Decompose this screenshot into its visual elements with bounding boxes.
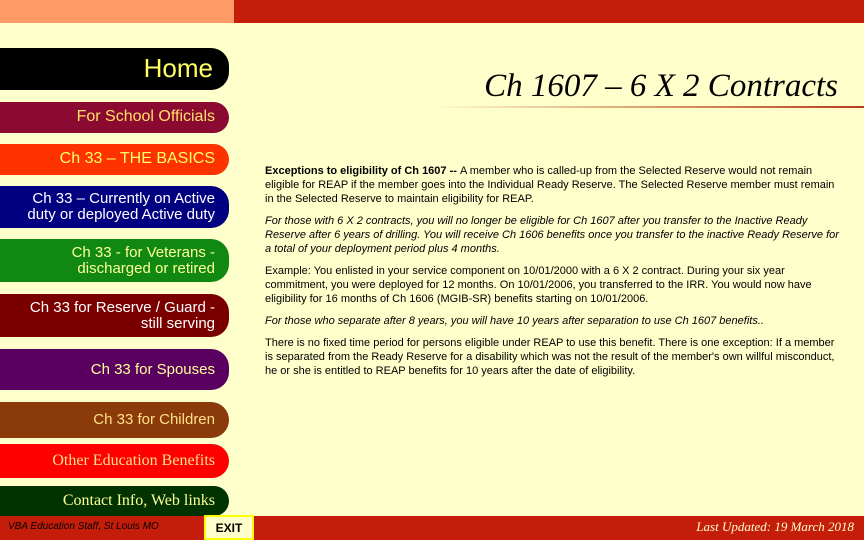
- nav-other-benefits-label: Other Education Benefits: [52, 451, 215, 469]
- top-bar-accent: [0, 0, 234, 23]
- paragraph-time-period: There is no fixed time period for person…: [265, 337, 835, 377]
- nav-reserve-guard-button[interactable]: Ch 33 for Reserve / Guard - still servin…: [0, 294, 229, 337]
- nav-home-label: Home: [143, 53, 213, 84]
- nav-home-button[interactable]: Home: [0, 48, 229, 90]
- top-bar: [234, 0, 864, 23]
- nav-school-officials-button[interactable]: For School Officials: [0, 102, 229, 133]
- content-body: Exceptions to eligibility of Ch 1607 -- …: [265, 164, 845, 386]
- paragraph-exceptions: Exceptions to eligibility of Ch 1607 -- …: [265, 164, 845, 206]
- page-title: Ch 1607 – 6 X 2 Contracts: [484, 68, 838, 104]
- nav-contact-label: Contact Info, Web links: [62, 491, 215, 509]
- paragraph-6x2: For those with 6 X 2 contracts, you will…: [265, 215, 839, 255]
- last-updated: Last Updated: 19 March 2018: [696, 519, 854, 534]
- nav-veterans-label-line1: Ch 33 - for Veterans -: [71, 243, 215, 261]
- paragraph-example: Example: You enlisted in your service co…: [265, 265, 812, 305]
- title-divider: [430, 106, 864, 108]
- nav-other-benefits-button[interactable]: Other Education Benefits: [0, 444, 229, 478]
- nav-contact-button[interactable]: Contact Info, Web links: [0, 486, 229, 516]
- nav-basics-button[interactable]: Ch 33 – THE BASICS: [0, 144, 229, 175]
- nav-children-label: Ch 33 for Children: [93, 411, 215, 429]
- nav-spouses-label: Ch 33 for Spouses: [90, 360, 215, 378]
- nav-reserve-guard-label-line1: Ch 33 for Reserve / Guard -: [29, 298, 215, 316]
- nav-active-duty-label-line1: Ch 33 – Currently on Active: [32, 190, 215, 208]
- paragraph-8-years: For those who separate after 8 years, yo…: [265, 315, 764, 327]
- nav-reserve-guard-label-line2: still serving: [140, 314, 215, 332]
- nav-school-officials-label: For School Officials: [76, 108, 215, 126]
- footer-credit: VBA Education Staff, St Louis MO: [8, 521, 159, 532]
- nav-active-duty-label-line2: duty or deployed Active duty: [27, 206, 215, 223]
- exit-button[interactable]: EXIT: [204, 515, 254, 540]
- nav-children-button[interactable]: Ch 33 for Children: [0, 402, 229, 438]
- nav-spouses-button[interactable]: Ch 33 for Spouses: [0, 349, 229, 390]
- nav-veterans-label-line2: discharged or retired: [77, 259, 215, 277]
- exceptions-heading: Exceptions to eligibility of Ch 1607 --: [265, 165, 460, 177]
- nav-veterans-button[interactable]: Ch 33 - for Veterans - discharged or ret…: [0, 239, 229, 282]
- nav-active-duty-button[interactable]: Ch 33 – Currently on Active duty or depl…: [0, 186, 229, 228]
- nav-basics-label: Ch 33 – THE BASICS: [59, 150, 215, 168]
